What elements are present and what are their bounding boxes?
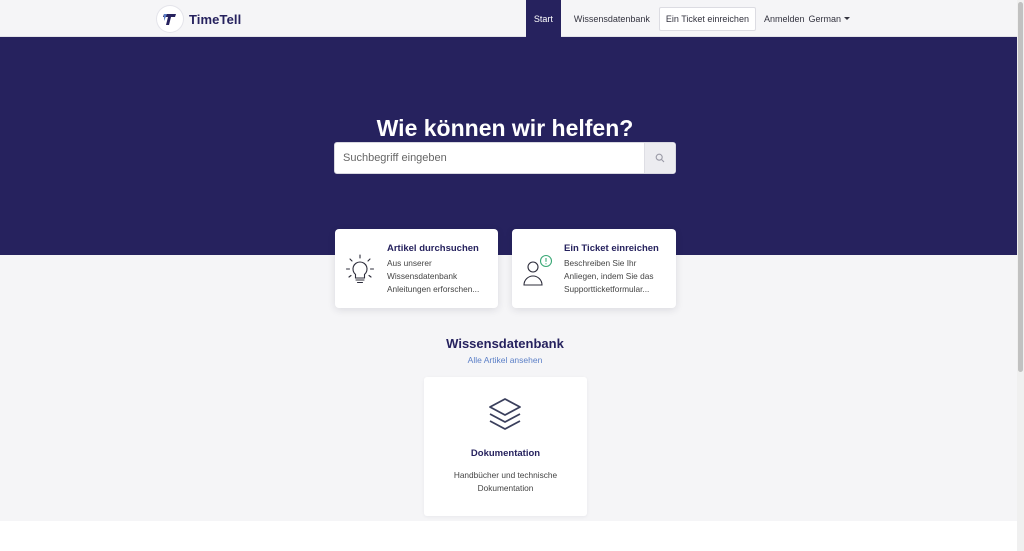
main-nav: Start Wissensdatenbank Ein Ticket einrei…	[525, 0, 1017, 37]
brand-logo[interactable]: TimeTell	[157, 6, 241, 32]
brand-name: TimeTell	[189, 11, 242, 27]
person-alert-icon	[523, 254, 552, 286]
browse-articles-card[interactable]: Artikel durchsuchen Aus unserer Wissensd…	[335, 229, 498, 308]
scrollbar-thumb[interactable]	[1018, 2, 1023, 372]
timetell-logo-icon	[157, 6, 183, 32]
hero-section: Wie können wir helfen?	[0, 37, 1017, 255]
footer-band	[0, 521, 1017, 551]
submit-ticket-card[interactable]: Ein Ticket einreichen Beschreiben Sie Ih…	[512, 229, 676, 308]
hero-title: Wie können wir helfen?	[376, 115, 634, 141]
card-description: Beschreiben Sie Ihr Anliegen, indem Sie …	[564, 258, 654, 294]
caret-down-icon	[844, 17, 850, 20]
search-bar	[334, 142, 676, 174]
page-scrollbar[interactable]	[1017, 0, 1024, 551]
knowledge-base-title: Wissensdatenbank	[446, 336, 564, 351]
nav-wissensdatenbank[interactable]: Wissensdatenbank	[567, 0, 657, 37]
card-title: Ein Ticket einreichen	[564, 243, 659, 254]
all-articles-link[interactable]: Alle Artikel ansehen	[0, 355, 1010, 365]
card-title: Artikel durchsuchen	[387, 243, 479, 254]
category-card-dokumentation[interactable]: Dokumentation Handbücher und technische …	[424, 377, 587, 516]
nav-start[interactable]: Start	[525, 0, 561, 37]
site-header: TimeTell Start Wissensdatenbank Ein Tick…	[0, 0, 1017, 37]
login-link[interactable]: Anmelden	[758, 14, 809, 24]
page: TimeTell Start Wissensdatenbank Ein Tick…	[0, 0, 1017, 551]
language-label: German	[808, 13, 841, 24]
layers-icon	[489, 398, 521, 430]
lightbulb-icon	[345, 254, 375, 284]
category-description: Handbücher und technische Dokumentation	[453, 470, 558, 493]
language-select[interactable]: German	[808, 14, 1017, 24]
search-button[interactable]	[644, 143, 675, 173]
search-icon	[655, 153, 665, 163]
card-description: Aus unserer Wissensdatenbank Anleitungen…	[387, 258, 480, 294]
category-title: Dokumentation	[470, 448, 541, 459]
nav-ticket-button[interactable]: Ein Ticket einreichen	[658, 6, 756, 31]
search-input[interactable]	[335, 143, 644, 173]
